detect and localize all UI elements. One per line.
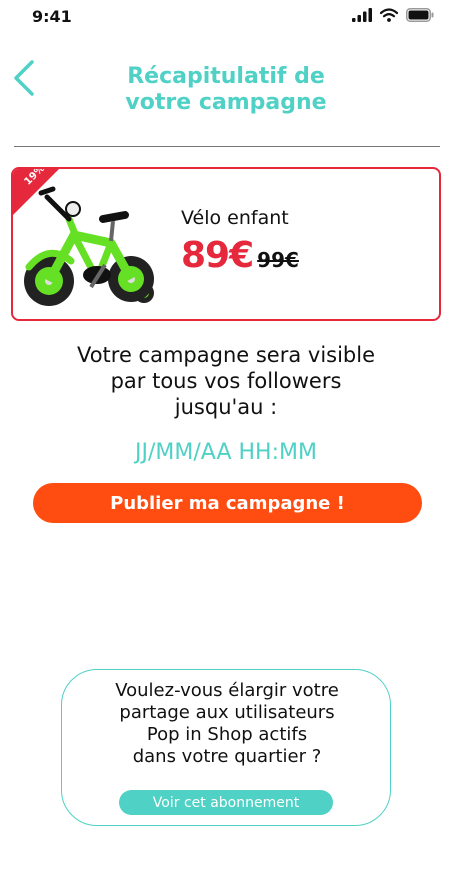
signal-icon	[352, 8, 372, 22]
header-divider	[14, 146, 440, 147]
status-time: 9:41	[32, 7, 72, 26]
end-date-input[interactable]	[56, 440, 396, 465]
promo-line-2: partage aux utilisateurs	[119, 702, 335, 723]
price-current: 89€	[181, 235, 254, 276]
promo-line-3: Pop in Shop actifs	[146, 724, 308, 745]
visibility-line-1: Votre campagne sera visible	[76, 343, 376, 367]
chevron-left-icon	[14, 60, 34, 96]
visibility-line-3: jusqu'au :	[174, 395, 278, 419]
view-subscription-button[interactable]: Voir cet abonnement	[119, 790, 333, 815]
publish-campaign-button[interactable]: Publier ma campagne !	[33, 483, 422, 523]
visibility-line-2: par tous vos followers	[110, 369, 342, 393]
battery-icon	[406, 8, 434, 22]
price-old: 99€	[257, 248, 299, 272]
status-bar: 9:41	[0, 0, 452, 36]
price-row: 89€ 99€	[181, 235, 299, 276]
back-button[interactable]	[8, 56, 44, 100]
status-icons	[352, 8, 434, 22]
subscription-promo-box: Voulez-vous élargir votre partage aux ut…	[61, 669, 391, 826]
promo-line-4: dans votre quartier ?	[132, 746, 322, 767]
page-title-line-1: Récapitulatif de	[127, 64, 325, 89]
product-name: Vélo enfant	[181, 207, 289, 229]
promo-line-1: Voulez-vous élargir votre	[115, 680, 339, 701]
promo-text: Voulez-vous élargir votre partage aux ut…	[62, 680, 392, 768]
visibility-text: Votre campagne sera visible par tous vos…	[30, 342, 422, 420]
wifi-icon	[380, 8, 398, 22]
discount-ribbon: 19%	[13, 169, 59, 215]
page-title-line-2: votre campagne	[125, 90, 327, 115]
page-title: Récapitulatif de votre campagne	[60, 64, 392, 116]
product-card[interactable]: 19% Vélo enfant 89€ 99€	[11, 167, 441, 321]
